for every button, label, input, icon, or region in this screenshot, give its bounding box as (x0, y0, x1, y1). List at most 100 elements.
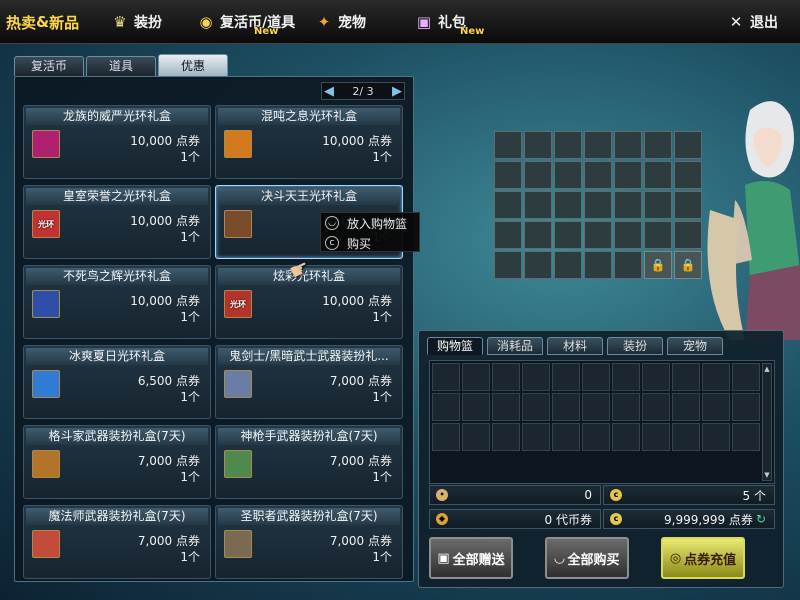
cart-slot[interactable] (732, 363, 760, 391)
equipment-slot[interactable] (524, 221, 552, 249)
cart-slot[interactable] (492, 423, 520, 451)
cart-slot[interactable] (672, 363, 700, 391)
product-card[interactable]: 魔法师武器装扮礼盒(7天) 7,000 点券 1个 (23, 505, 211, 579)
buy-menu-item[interactable]: c 购买 (321, 233, 419, 253)
equipment-slot[interactable] (644, 221, 672, 249)
cart-slot[interactable] (462, 393, 490, 421)
cart-slot[interactable] (462, 363, 490, 391)
cart-slot[interactable] (582, 393, 610, 421)
locked-slot[interactable]: 🔒 (674, 251, 702, 279)
scroll-up-icon[interactable]: ▲ (763, 364, 771, 374)
cart-slot[interactable] (432, 363, 460, 391)
scroll-down-icon[interactable]: ▼ (763, 470, 771, 480)
equipment-slot[interactable] (674, 161, 702, 189)
tab-costume-inv[interactable]: 装扮 (607, 337, 663, 355)
cart-slot[interactable] (582, 423, 610, 451)
equipment-slot[interactable] (614, 221, 642, 249)
equipment-slot[interactable] (584, 221, 612, 249)
product-card[interactable]: 鬼剑士/黑暗武士武器装扮礼... 7,000 点券 1个 (215, 345, 403, 419)
equipment-slot[interactable] (494, 131, 522, 159)
product-card[interactable]: 神枪手武器装扮礼盒(7天) 7,000 点券 1个 (215, 425, 403, 499)
cart-slot[interactable] (642, 363, 670, 391)
equipment-slot[interactable] (674, 191, 702, 219)
cart-slot[interactable] (492, 363, 520, 391)
product-card[interactable]: 不死鸟之辉光环礼盒 10,000 点券 1个 (23, 265, 211, 339)
hot-new-tab[interactable]: 热卖 & 新品 (6, 10, 79, 34)
tab-discount[interactable]: 优惠 (158, 54, 228, 76)
cart-slot[interactable] (552, 393, 580, 421)
cart-slot[interactable] (672, 423, 700, 451)
buy-all-button[interactable]: ◡ 全部购买 (545, 537, 629, 579)
cart-slot[interactable] (702, 423, 730, 451)
equipment-slot[interactable] (554, 161, 582, 189)
tab-items[interactable]: 道具 (86, 56, 156, 76)
cart-slot[interactable] (432, 423, 460, 451)
recharge-button[interactable]: ◎ 点券充值 (661, 537, 745, 579)
equipment-slot[interactable] (524, 131, 552, 159)
cart-slot[interactable] (522, 363, 550, 391)
cart-slot[interactable] (612, 363, 640, 391)
tab-costume[interactable]: ♛ 装扮 (110, 10, 162, 34)
equipment-slot[interactable] (644, 191, 672, 219)
exit-button[interactable]: ✕ 退出 (726, 10, 778, 34)
tab-revive-coin[interactable]: 复活币 (14, 56, 84, 76)
product-card[interactable]: 皇室荣誉之光环礼盒 光环 10,000 点券 1个 (23, 185, 211, 259)
equipment-slot[interactable] (524, 251, 552, 279)
product-card[interactable]: 冰爽夏日光环礼盒 6,500 点券 1个 (23, 345, 211, 419)
refresh-icon[interactable]: ↻ (756, 512, 766, 526)
tab-materials[interactable]: 材料 (547, 337, 603, 355)
equipment-slot[interactable] (614, 131, 642, 159)
equipment-slot[interactable] (494, 161, 522, 189)
cart-slot[interactable] (612, 393, 640, 421)
product-card[interactable]: 圣职者武器装扮礼盒(7天) 7,000 点券 1个 (215, 505, 403, 579)
equipment-slot[interactable] (494, 191, 522, 219)
cart-slot[interactable] (522, 423, 550, 451)
equipment-slot[interactable] (584, 131, 612, 159)
cart-slot[interactable] (552, 423, 580, 451)
equipment-slot[interactable] (554, 131, 582, 159)
equipment-slot[interactable] (584, 251, 612, 279)
product-card[interactable]: 混吨之息光环礼盒 10,000 点券 1个 (215, 105, 403, 179)
equipment-slot[interactable] (614, 251, 642, 279)
tab-gift-pack[interactable]: ▣ 礼包 New (414, 10, 484, 37)
tab-pet-inv[interactable]: 宠物 (667, 337, 723, 355)
cart-slot[interactable] (612, 423, 640, 451)
equipment-slot[interactable] (524, 161, 552, 189)
equipment-slot[interactable] (524, 191, 552, 219)
product-card[interactable]: 格斗家武器装扮礼盒(7天) 7,000 点券 1个 (23, 425, 211, 499)
equipment-slot[interactable] (554, 191, 582, 219)
equipment-slot[interactable] (614, 161, 642, 189)
locked-slot[interactable]: 🔒 (644, 251, 672, 279)
equipment-slot[interactable] (494, 251, 522, 279)
cart-slot[interactable] (432, 393, 460, 421)
tab-revive-items[interactable]: ◉ 复活币/道具 New (196, 10, 295, 37)
gift-all-button[interactable]: ▣ 全部赠送 (429, 537, 513, 579)
add-to-cart-menu-item[interactable]: ◡ 放入购物篮 (321, 213, 419, 233)
cart-slot[interactable] (552, 363, 580, 391)
equipment-slot[interactable] (644, 131, 672, 159)
cart-slot[interactable] (702, 393, 730, 421)
tab-pet[interactable]: ✦ 宠物 (314, 10, 366, 34)
equipment-slot[interactable] (494, 221, 522, 249)
cart-slot[interactable] (462, 423, 490, 451)
tab-cart[interactable]: 购物篮 (427, 337, 483, 355)
next-page-icon[interactable]: ▶ (392, 84, 402, 99)
cart-slot[interactable] (732, 423, 760, 451)
cart-slot[interactable] (702, 363, 730, 391)
cart-scrollbar[interactable]: ▲ ▼ (762, 363, 772, 481)
cart-slot[interactable] (492, 393, 520, 421)
equipment-slot[interactable] (644, 161, 672, 189)
equipment-slot[interactable] (674, 131, 702, 159)
cart-slot[interactable] (642, 393, 670, 421)
cart-slot[interactable] (582, 363, 610, 391)
equipment-slot[interactable] (674, 221, 702, 249)
cart-slot[interactable] (522, 393, 550, 421)
product-card[interactable]: 龙族的威严光环礼盒 10,000 点券 1个 (23, 105, 211, 179)
equipment-slot[interactable] (554, 251, 582, 279)
equipment-slot[interactable] (584, 161, 612, 189)
tab-consumables[interactable]: 消耗品 (487, 337, 543, 355)
cart-slot[interactable] (642, 423, 670, 451)
cart-slot[interactable] (732, 393, 760, 421)
prev-page-icon[interactable]: ◀ (324, 84, 334, 99)
equipment-slot[interactable] (554, 221, 582, 249)
